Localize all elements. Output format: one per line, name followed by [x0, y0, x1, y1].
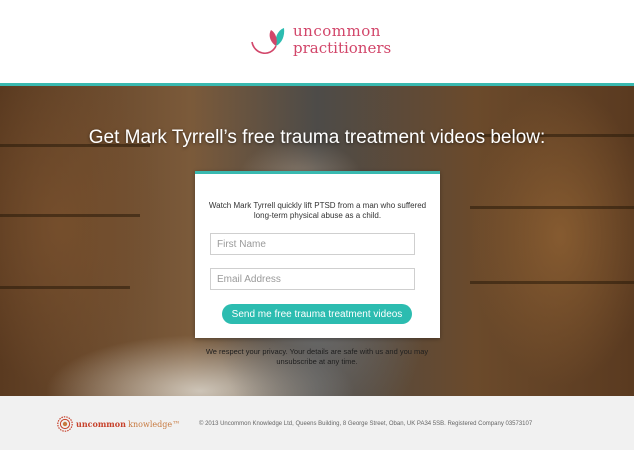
bookshelf-edge: [470, 206, 634, 209]
first-name-input[interactable]: [210, 233, 415, 255]
footer-brand-secondary: knowledge: [128, 420, 173, 429]
form-intro-text: Watch Mark Tyrrell quickly lift PTSD fro…: [208, 201, 427, 220]
footer-brand-primary: uncommon: [76, 419, 126, 429]
footer-brand-text: uncommon knowledge™: [76, 419, 180, 429]
send-videos-button[interactable]: Send me free trauma treatment videos: [222, 304, 412, 324]
uncommon-practitioners-logo[interactable]: uncommon practitioners: [248, 22, 398, 62]
uncommon-knowledge-logo[interactable]: uncommon knowledge™: [57, 416, 187, 432]
leaf-flower-icon: [251, 28, 285, 54]
sun-emblem-icon: [57, 416, 73, 432]
bookshelf-edge: [0, 214, 140, 217]
copyright-text: © 2013 Uncommon Knowledge Ltd, Queens Bu…: [199, 421, 533, 427]
footer-brand-mark: ™: [172, 420, 181, 429]
logo-text-practitioners: practitioners: [293, 39, 392, 57]
signup-form-card: Watch Mark Tyrrell quickly lift PTSD fro…: [195, 171, 440, 338]
privacy-note: We respect your privacy. Your details ar…: [205, 347, 429, 366]
logo-text-uncommon: uncommon: [293, 22, 381, 40]
email-input[interactable]: [210, 268, 415, 290]
bookshelf-edge: [470, 281, 634, 284]
site-footer: uncommon knowledge™ © 2013 Uncommon Know…: [0, 396, 634, 450]
page-headline: Get Mark Tyrrell’s free trauma treatment…: [88, 127, 546, 148]
site-header: uncommon practitioners: [0, 0, 634, 86]
bookshelf-edge: [0, 286, 130, 289]
